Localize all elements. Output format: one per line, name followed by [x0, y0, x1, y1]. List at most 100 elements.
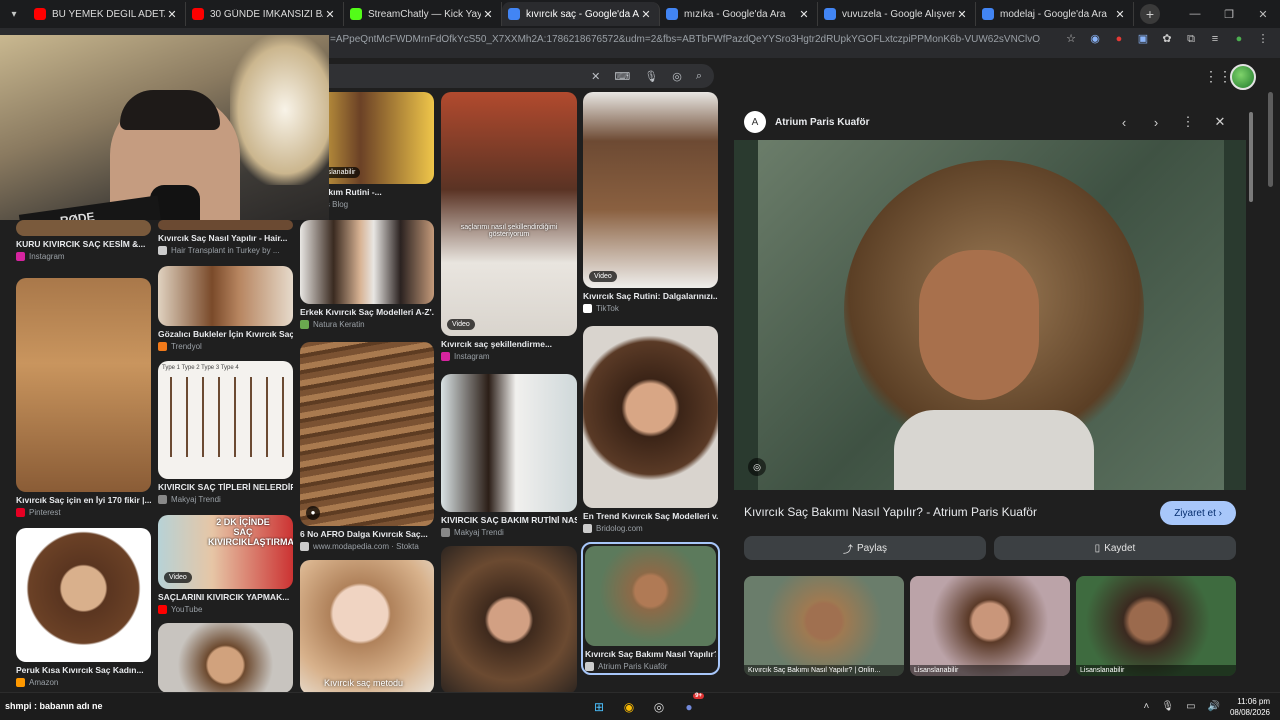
close-tab-icon[interactable]: ✕ [955, 8, 969, 21]
result-caption[interactable]: Peruk Kısa Kıvırcık Saç Kadın... [16, 665, 151, 675]
browser-tab[interactable]: StreamChatly — Kick Yayıncıları✕ [344, 2, 502, 26]
notification-badge: 9+ [693, 693, 704, 699]
preview-title[interactable]: Kıvırcık Saç Bakımı Nasıl Yapılır? - Atr… [744, 505, 1037, 519]
browser-tab[interactable]: mızıka - Google'da Ara ✕ [660, 2, 818, 26]
discord-icon[interactable]: ● 9+ [678, 693, 704, 718]
result-card[interactable]: Kıvırcık Saç Nasıl Yapılır - Hair... Hai… [158, 220, 293, 255]
result-card[interactable]: Kıvırcık Saç için en İyi 170 fikir |... … [16, 278, 151, 517]
result-caption[interactable]: KIVIRCIK SAÇ TİPLERİ NELERDİR... [158, 482, 293, 492]
result-caption[interactable]: Kıvırcık saç şekillendirme... [441, 339, 577, 349]
minimize-icon[interactable]: — [1178, 8, 1212, 20]
result-source: Bridolog.com [583, 524, 718, 533]
extensions-puzzle-icon[interactable]: ⧉ [1184, 32, 1198, 46]
close-tab-icon[interactable]: ✕ [639, 8, 653, 21]
result-caption[interactable]: Kıvırcık Saç için en İyi 170 fikir |... [16, 495, 151, 505]
result-card[interactable] [441, 546, 577, 692]
result-card-selected[interactable]: Kıvırcık Saç Bakımı Nasıl Yapılır? ... A… [581, 542, 720, 675]
new-tab-button[interactable]: + [1140, 4, 1160, 24]
apps-grid-icon[interactable]: ⋮⋮ [1204, 68, 1232, 85]
result-caption[interactable]: 6 No AFRO Dalga Kıvırcık Saç... [300, 529, 434, 539]
clock[interactable]: 11:06 pm 08/08/2026 [1230, 696, 1270, 718]
voice-search-icon[interactable]: 🎙 [644, 70, 658, 83]
network-icon[interactable]: ▭ [1186, 701, 1195, 712]
menu-kebab-icon[interactable]: ⋮ [1256, 32, 1270, 46]
result-caption[interactable]: Kıvırcık Saç Rutini: Dalgalarınızı... [583, 291, 718, 301]
account-avatar[interactable] [1230, 64, 1256, 90]
url-field[interactable]: =APpeQntMcFWDMrnFdOfkYcS50_X7XXMh2A:1786… [330, 34, 1040, 52]
browser-tab[interactable]: BU YEMEK DEĞİL ADETA ŞÖLEN✕ [28, 2, 186, 26]
obs-icon[interactable]: ◎ [648, 696, 670, 718]
related-image[interactable]: Lisanslanabilir [1076, 576, 1236, 676]
close-tab-icon[interactable]: ✕ [323, 8, 337, 21]
volume-icon[interactable]: 🔊 [1208, 701, 1220, 712]
next-icon[interactable]: › [1140, 115, 1172, 130]
shopping-tag-icon: ● [306, 506, 320, 520]
more-icon[interactable]: ⋮ [1172, 114, 1204, 130]
related-image[interactable]: Lisanslanabilir [910, 576, 1070, 676]
result-card[interactable]: Video Kıvırcık Saç Rutini: Dalgalarınızı… [583, 92, 718, 313]
close-tab-icon[interactable]: ✕ [165, 8, 179, 21]
browser-tab[interactable]: 30 GÜNDE İMKANSIZI BAŞARMA✕ [186, 2, 344, 26]
microphone-icon[interactable]: 🎙 [1161, 701, 1174, 712]
chevron-up-icon[interactable]: ˄ [1144, 701, 1150, 712]
close-tab-icon[interactable]: ✕ [797, 8, 811, 21]
tab-bar: ▾ BU YEMEK DEĞİL ADETA ŞÖLEN✕30 GÜNDE İM… [0, 0, 1280, 28]
result-card[interactable]: En Trend Kıvırcık Saç Modelleri v... Bri… [583, 326, 718, 533]
close-tab-icon[interactable]: ✕ [481, 8, 495, 21]
share-button[interactable]: ⤴ Paylaş [744, 536, 986, 560]
lens-search-icon[interactable]: ◎ [748, 458, 766, 476]
search-box[interactable]: ✕ ⌨ 🎙 ◎ ⌕ [329, 64, 714, 88]
video-badge: Video [447, 319, 475, 330]
tab-search-button[interactable]: ▾ [3, 3, 25, 25]
preview-scrollbar[interactable] [1249, 92, 1255, 672]
result-caption[interactable]: KURU KIVIRCIK SAÇ KESİM &... [16, 239, 151, 249]
result-caption[interactable]: En Trend Kıvırcık Saç Modelleri v... [583, 511, 718, 521]
keyboard-icon[interactable]: ⌨ [614, 70, 630, 83]
windows-start-icon[interactable]: ⊞ [588, 696, 610, 718]
close-window-icon[interactable]: ✕ [1246, 8, 1280, 21]
extension-icon[interactable]: ◉ [1088, 32, 1102, 46]
result-card[interactable]: Kıvırcık saç metodu [300, 560, 434, 692]
preview-image[interactable]: ◎ [734, 140, 1246, 490]
result-card[interactable]: Gözalıcı Bukleler İçin Kıvırcık Saç... T… [158, 266, 293, 351]
site-name[interactable]: Atrium Paris Kuaför [775, 117, 1108, 128]
related-image[interactable]: Kıvırcık Saç Bakımı Nasıl Yapılır? | Onl… [744, 576, 904, 676]
result-caption[interactable]: KIVIRCIK SAÇ BAKIM RUTİNİ NAS... [441, 515, 577, 525]
bookmark-star-icon[interactable]: ☆ [1064, 32, 1078, 46]
result-card[interactable] [158, 623, 293, 692]
prev-icon[interactable]: ‹ [1108, 115, 1140, 130]
browser-tab[interactable]: modelaj - Google'da Ara ✕ [976, 2, 1134, 26]
result-caption[interactable]: SAÇLARINI KIVIRCIK YAPMAK... [158, 592, 293, 602]
page-scrollbar[interactable] [1268, 92, 1276, 672]
media-icon[interactable]: ≡ [1208, 32, 1222, 46]
result-card[interactable]: KURU KIVIRCIK SAÇ KESİM &... Instagram [16, 220, 151, 261]
clear-icon[interactable]: ✕ [591, 70, 600, 83]
extension-icon[interactable]: ▣ [1136, 32, 1150, 46]
result-card[interactable]: Type 1 Type 2 Type 3 Type 4 KIVIRCIK SAÇ… [158, 361, 293, 504]
preview-header: A Atrium Paris Kuaför ‹ › ⋮ ✕ [734, 100, 1246, 144]
result-card[interactable]: ● 6 No AFRO Dalga Kıvırcık Saç... www.mo… [300, 342, 434, 551]
profile-icon[interactable]: ● [1232, 32, 1246, 46]
save-button[interactable]: ▯ Kaydet [994, 536, 1236, 560]
browser-tab[interactable]: kıvırcık saç - Google'da Ara ✕ [502, 2, 660, 26]
result-card[interactable]: 2 DK İÇİNDE SAÇ KIVIRCIKLAŞTIRMA Video S… [158, 515, 293, 614]
result-card[interactable]: saçlarımı nasıl şekillendirdiğimi göster… [441, 92, 577, 361]
extension-icon[interactable]: ✿ [1160, 32, 1174, 46]
extension-icon[interactable]: ● [1112, 32, 1126, 46]
result-caption[interactable]: Erkek Kıvırcık Saç Modelleri A-Z'... [300, 307, 434, 317]
preview-image-face [919, 250, 1039, 400]
result-card[interactable]: Peruk Kısa Kıvırcık Saç Kadın... Amazon [16, 528, 151, 687]
restore-icon[interactable]: ❐ [1212, 8, 1246, 21]
chrome-icon[interactable]: ◉ [618, 696, 640, 718]
close-tab-icon[interactable]: ✕ [1113, 8, 1127, 21]
result-caption[interactable]: Kıvırcık Saç Nasıl Yapılır - Hair... [158, 233, 293, 243]
close-icon[interactable]: ✕ [1204, 114, 1236, 130]
result-caption[interactable]: Gözalıcı Bukleler İçin Kıvırcık Saç... [158, 329, 293, 339]
browser-tab[interactable]: vuvuzela - Google Alışveriş ✕ [818, 2, 976, 26]
search-icon[interactable]: ⌕ [696, 70, 702, 83]
result-card[interactable]: Erkek Kıvırcık Saç Modelleri A-Z'... Nat… [300, 220, 434, 329]
visit-button[interactable]: Ziyaret et › [1160, 501, 1236, 525]
lens-icon[interactable]: ◎ [672, 70, 682, 83]
result-card[interactable]: KIVIRCIK SAÇ BAKIM RUTİNİ NAS... Makyaj … [441, 374, 577, 537]
result-caption[interactable]: Kıvırcık Saç Bakımı Nasıl Yapılır? ... [585, 649, 716, 659]
